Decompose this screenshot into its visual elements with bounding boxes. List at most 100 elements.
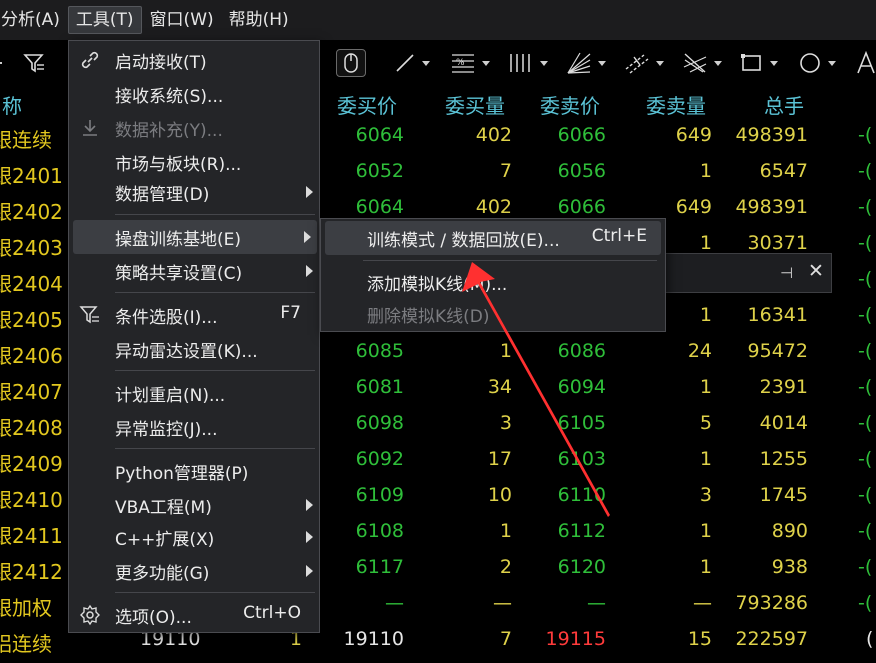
ask-volume: 649	[675, 196, 712, 218]
download-icon	[83, 120, 97, 136]
pin-icon[interactable]: ⊣	[780, 264, 793, 282]
toolbar-dash-icon[interactable]	[0, 49, 4, 77]
mouse-pointer-tool-button[interactable]	[336, 49, 366, 77]
total-volume: 6547	[759, 160, 808, 182]
tools-menu: 启动接收(T) 接收系统(S)... 数据补充(Y)... 市场与板块(R)..…	[68, 40, 320, 633]
submenu-item-training-mode[interactable]: 训练模式 / 数据回放(E)... Ctrl+E	[325, 221, 661, 255]
ask-price: 6103	[557, 448, 606, 470]
bid-volume: 1	[499, 520, 512, 542]
link-icon	[81, 51, 99, 69]
contract-name: 银2406	[0, 344, 63, 368]
line-tool-icon[interactable]	[394, 49, 430, 77]
submenu-arrow-icon	[304, 231, 311, 243]
ask-price: 6110	[557, 484, 606, 506]
filter-icon[interactable]	[22, 49, 46, 77]
change-value: (	[866, 628, 874, 650]
menu-item-data-management[interactable]: 数据管理(D)	[69, 175, 319, 209]
ask-volume: 1	[699, 376, 712, 398]
menu-item-anomaly-monitor[interactable]: 异常监控(J)...	[69, 410, 319, 444]
menu-item-more-features[interactable]: 更多功能(G)	[69, 554, 319, 588]
change-value: -(	[858, 268, 873, 290]
pitchfork-tool-icon[interactable]	[682, 49, 722, 77]
ask-volume: 1	[699, 520, 712, 542]
bid-volume: 7	[499, 628, 512, 650]
close-icon[interactable]: ✕	[808, 260, 824, 282]
header-bid-price[interactable]: 委买价	[337, 90, 397, 119]
bid-volume: 7	[499, 160, 512, 182]
menu-item-strategy-sharing[interactable]: 策略共享设置(C)	[69, 254, 319, 288]
menu-divider	[115, 370, 315, 371]
ask-price: 6086	[557, 340, 606, 362]
fan-lines-tool-icon[interactable]	[566, 49, 606, 77]
total-volume: 890	[771, 520, 808, 542]
menu-item-receive-system[interactable]: 接收系统(S)...	[69, 77, 319, 111]
bid-volume: 34	[487, 376, 512, 398]
submenu-item-label: 添加模拟K线(M)...	[367, 275, 508, 295]
total-volume: 938	[771, 556, 808, 578]
menu-item-market-sectors[interactable]: 市场与板块(R)...	[69, 145, 319, 179]
bid-volume: 402	[475, 196, 512, 218]
submenu-arrow-icon	[306, 531, 313, 543]
header-total-volume[interactable]: 总手	[764, 90, 804, 119]
text-tool-icon[interactable]	[856, 49, 876, 77]
menu-item-data-supplement: 数据补充(Y)...	[69, 111, 319, 145]
menu-item-label: 启动接收(T)	[115, 53, 207, 73]
fibonacci-tool-icon[interactable]: %	[450, 49, 490, 77]
total-volume: 498391	[735, 124, 808, 146]
submenu-arrow-icon	[306, 186, 313, 198]
ask-volume: 5	[699, 412, 712, 434]
header-ask-price[interactable]: 委卖价	[540, 90, 600, 119]
total-volume: 16341	[747, 304, 808, 326]
channel-tool-icon[interactable]	[624, 49, 664, 77]
menu-item-label: C++扩展(X)	[115, 530, 215, 550]
total-volume: 30371	[747, 232, 808, 254]
submenu-arrow-icon	[306, 265, 313, 277]
menu-item-cpp-extension[interactable]: C++扩展(X)	[69, 520, 319, 554]
menu-item-radar-settings[interactable]: 异动雷达设置(K)...	[69, 332, 319, 366]
header-bid-volume[interactable]: 委买量	[445, 90, 505, 119]
menu-divider	[115, 592, 315, 593]
bid-volume: 1	[499, 340, 512, 362]
menu-divider	[115, 448, 315, 449]
vertical-lines-tool-icon[interactable]	[508, 49, 548, 77]
menu-item-vba-project[interactable]: VBA工程(M)	[69, 488, 319, 522]
ask-price: 19115	[545, 628, 606, 650]
total-volume: 793286	[735, 592, 808, 614]
rectangle-tool-icon[interactable]	[740, 49, 778, 77]
total-volume: 1255	[759, 448, 808, 470]
menu-tools[interactable]: 工具(T)	[67, 6, 142, 34]
ask-volume: 1	[699, 556, 712, 578]
menu-window[interactable]: 窗口(W)	[143, 6, 221, 34]
bid-volume: 17	[487, 448, 512, 470]
submenu-item-add-sim-kline[interactable]: 添加模拟K线(M)...	[325, 265, 661, 299]
menu-help[interactable]: 帮助(H)	[222, 6, 296, 34]
menu-item-trading-training[interactable]: 操盘训练基地(E)	[73, 220, 317, 254]
change-value: -(	[858, 160, 873, 182]
menu-item-start-receive[interactable]: 启动接收(T)	[69, 43, 319, 77]
header-ask-volume[interactable]: 委卖量	[646, 90, 706, 119]
menu-item-label: 数据补充(Y)...	[115, 121, 223, 141]
contract-name: 银2405	[0, 308, 63, 332]
submenu-item-label: 训练模式 / 数据回放(E)...	[367, 231, 560, 251]
svg-text:%: %	[456, 58, 465, 68]
menu-item-options[interactable]: 选项(O)... Ctrl+O	[69, 598, 319, 632]
ask-price: 6120	[557, 556, 606, 578]
menu-analysis[interactable]: 分析(A)	[0, 6, 67, 34]
menu-item-condition-stock-selection[interactable]: 条件选股(I)... F7	[69, 298, 319, 332]
contract-name: 银2409	[0, 452, 63, 476]
change-value: -(	[858, 484, 873, 506]
header-name[interactable]: 称	[2, 90, 22, 119]
bid-price: 6108	[355, 520, 404, 542]
menu-item-python-manager[interactable]: Python管理器(P)	[69, 454, 319, 488]
ask-price: 6112	[557, 520, 606, 542]
contract-name: 银加权	[0, 596, 52, 620]
circle-tool-icon[interactable]	[798, 49, 836, 77]
menu-divider	[363, 260, 657, 261]
contract-name: 银2410	[0, 488, 63, 512]
ask-volume: 3	[699, 484, 712, 506]
bid-price: —	[385, 592, 404, 614]
menu-item-scheduled-restart[interactable]: 计划重启(N)...	[69, 376, 319, 410]
contract-name: 银2411	[0, 524, 63, 548]
menu-item-label: 市场与板块(R)...	[115, 155, 242, 175]
submenu-arrow-icon	[306, 565, 313, 577]
